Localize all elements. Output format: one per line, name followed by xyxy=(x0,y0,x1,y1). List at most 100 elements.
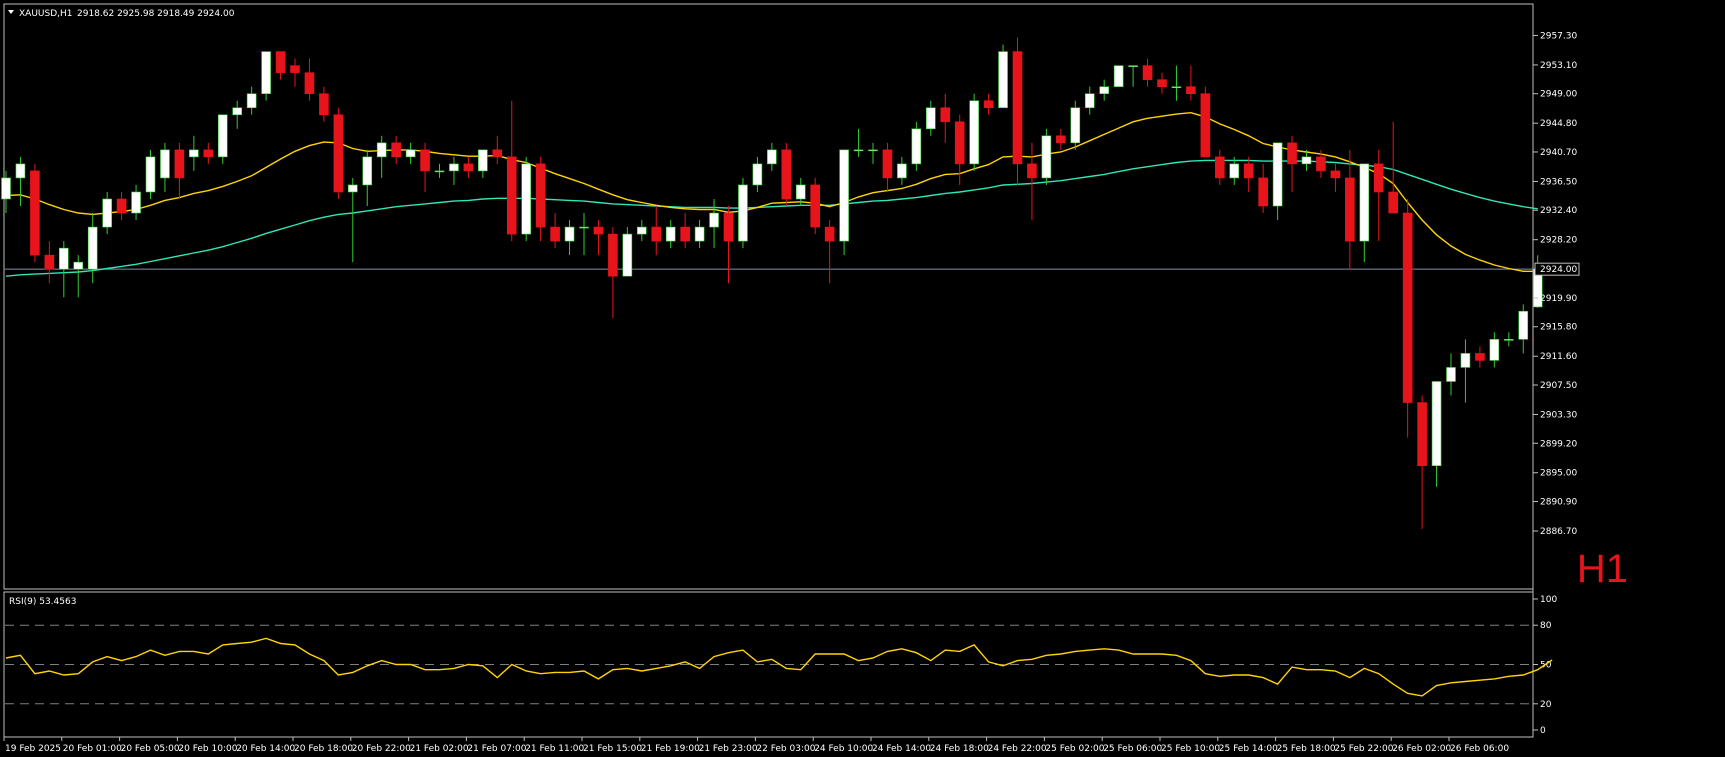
candle[interactable] xyxy=(160,142,170,192)
candle[interactable] xyxy=(651,206,662,256)
candle[interactable] xyxy=(550,213,560,249)
candle[interactable] xyxy=(767,142,777,171)
candle[interactable] xyxy=(622,227,633,277)
candle[interactable] xyxy=(30,163,40,263)
candle[interactable] xyxy=(449,156,459,185)
candle[interactable] xyxy=(73,255,84,298)
candle[interactable] xyxy=(1099,79,1109,101)
candle[interactable] xyxy=(246,86,257,115)
candle[interactable] xyxy=(102,191,112,235)
chart-menu-triangle-icon[interactable] xyxy=(8,10,14,14)
candle[interactable] xyxy=(1431,381,1442,487)
candle[interactable] xyxy=(1330,163,1341,192)
candle[interactable] xyxy=(420,142,430,192)
candle[interactable] xyxy=(738,177,748,249)
candle[interactable] xyxy=(608,227,618,319)
candle[interactable] xyxy=(319,86,329,122)
candle[interactable] xyxy=(1489,332,1500,368)
candle[interactable] xyxy=(1388,121,1398,214)
candle[interactable] xyxy=(535,156,546,242)
candle[interactable] xyxy=(58,241,69,298)
candle[interactable] xyxy=(463,156,474,178)
candle[interactable] xyxy=(333,107,344,199)
candle[interactable] xyxy=(1402,198,1413,438)
candle[interactable] xyxy=(1417,395,1427,529)
candle[interactable] xyxy=(925,100,936,136)
candle[interactable] xyxy=(1186,65,1196,101)
candle[interactable] xyxy=(911,121,922,171)
candle[interactable] xyxy=(189,135,199,171)
candle[interactable] xyxy=(882,142,893,192)
candle[interactable] xyxy=(694,220,705,249)
candle[interactable] xyxy=(1041,128,1052,185)
candle[interactable] xyxy=(1,170,11,214)
candle[interactable] xyxy=(983,93,994,115)
candle[interactable] xyxy=(752,156,763,192)
candle[interactable] xyxy=(1157,72,1167,94)
trading-chart[interactable]: XAUUSD,H1 2918.62 2925.98 2918.49 2924.0… xyxy=(0,0,1725,757)
candle[interactable] xyxy=(940,93,951,143)
candle[interactable] xyxy=(1012,37,1023,185)
candle[interactable] xyxy=(1243,156,1254,192)
candle[interactable] xyxy=(1287,135,1297,192)
candle[interactable] xyxy=(665,220,676,249)
candle[interactable] xyxy=(1446,353,1456,396)
candle[interactable] xyxy=(347,177,358,263)
candle[interactable] xyxy=(723,206,734,284)
candle[interactable] xyxy=(290,58,300,87)
candle[interactable] xyxy=(579,213,589,256)
candle[interactable] xyxy=(492,135,503,164)
candle[interactable] xyxy=(275,51,286,80)
candle[interactable] xyxy=(1475,346,1485,368)
candle[interactable] xyxy=(1027,142,1037,221)
candle[interactable] xyxy=(564,220,575,256)
candle[interactable] xyxy=(1056,128,1066,150)
candle[interactable] xyxy=(897,156,907,185)
candle[interactable] xyxy=(521,156,532,242)
candle[interactable] xyxy=(434,163,445,178)
candle[interactable] xyxy=(405,142,416,164)
candle[interactable] xyxy=(853,128,864,157)
candle[interactable] xyxy=(1359,163,1370,263)
candle[interactable] xyxy=(478,149,488,178)
candle[interactable] xyxy=(1518,304,1529,354)
candle[interactable] xyxy=(1258,163,1268,214)
candle[interactable] xyxy=(131,184,141,221)
candle[interactable] xyxy=(87,213,98,284)
candle[interactable] xyxy=(781,142,792,207)
candle[interactable] xyxy=(1084,86,1095,115)
candle[interactable] xyxy=(709,198,719,249)
candle[interactable] xyxy=(391,135,401,164)
candle[interactable] xyxy=(376,135,387,178)
candle[interactable] xyxy=(232,100,242,129)
candle[interactable] xyxy=(1200,86,1211,158)
candle[interactable] xyxy=(1171,65,1182,101)
candle[interactable] xyxy=(636,220,647,242)
candle[interactable] xyxy=(1142,58,1153,87)
candle[interactable] xyxy=(998,44,1008,109)
candle[interactable] xyxy=(1113,65,1124,87)
candle[interactable] xyxy=(116,191,127,221)
candle[interactable] xyxy=(217,114,228,164)
candle[interactable] xyxy=(1345,149,1355,270)
candle[interactable] xyxy=(824,220,835,284)
candle[interactable] xyxy=(261,51,271,101)
candle[interactable] xyxy=(1460,339,1471,403)
candle[interactable] xyxy=(1373,149,1384,242)
candle[interactable] xyxy=(174,142,185,199)
candle[interactable] xyxy=(1272,142,1283,221)
candle[interactable] xyxy=(593,220,604,256)
candle[interactable] xyxy=(969,93,979,171)
candle[interactable] xyxy=(203,142,214,164)
candle[interactable] xyxy=(680,213,690,249)
candle[interactable] xyxy=(506,100,517,242)
candle[interactable] xyxy=(1504,332,1514,347)
candle[interactable] xyxy=(810,177,821,235)
candle[interactable] xyxy=(1070,100,1081,150)
candle[interactable] xyxy=(15,156,26,207)
candle[interactable] xyxy=(44,241,55,284)
candle[interactable] xyxy=(145,149,156,199)
candle[interactable] xyxy=(868,142,878,164)
candle[interactable] xyxy=(304,58,315,101)
candle[interactable] xyxy=(1215,149,1225,185)
